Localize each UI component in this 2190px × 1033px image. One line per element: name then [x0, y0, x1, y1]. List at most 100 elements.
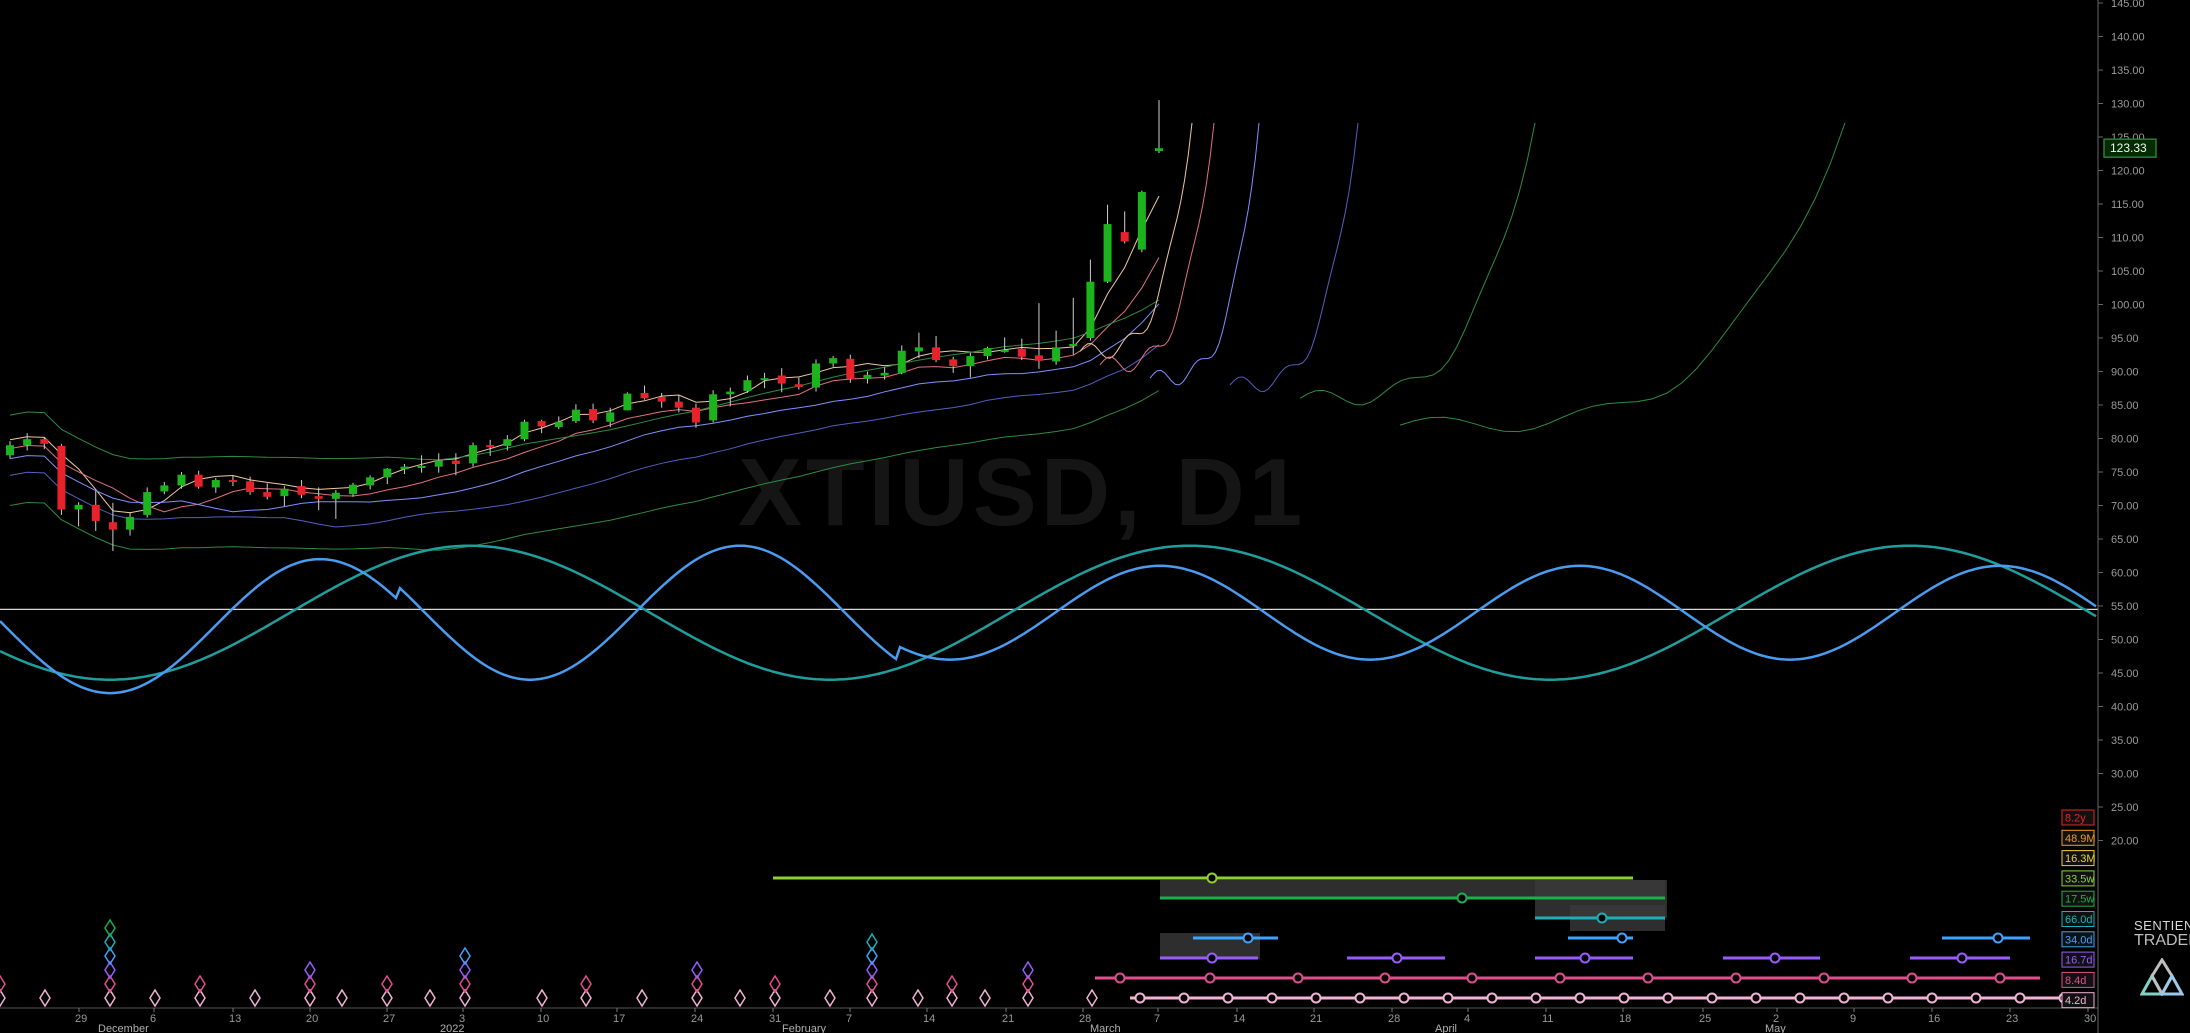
brand-line-2: TRADER [2134, 932, 2190, 949]
price-tick-label: 60.00 [2111, 568, 2139, 580]
price-tick-label: 30.00 [2111, 769, 2139, 781]
candle-body [434, 460, 443, 467]
candle-body [503, 439, 512, 446]
month-label: February [782, 1023, 827, 1033]
price-tick-label: 115.00 [2111, 199, 2144, 211]
trough-diamond [824, 988, 836, 1008]
badge-label: 16.7d [2065, 955, 2093, 967]
candle [194, 470, 203, 489]
time-tick-label: 20 [306, 1013, 318, 1025]
candle [91, 490, 100, 531]
candle [897, 345, 906, 375]
month-label: March [1090, 1023, 1121, 1033]
candle-body [57, 445, 66, 510]
candle-body [246, 481, 255, 493]
candle [846, 354, 855, 383]
trough-diamond [636, 988, 648, 1008]
trough-diamond [149, 988, 161, 1008]
candle [263, 483, 272, 500]
time-tick-label: 13 [229, 1013, 241, 1025]
projection-trough-circle [1616, 932, 1628, 944]
candle [177, 472, 186, 489]
time-tick-label: 21 [1310, 1013, 1322, 1025]
badge-label: 8.2y [2065, 813, 2086, 825]
projection-trough-circle [1642, 972, 1654, 984]
candle [829, 356, 838, 367]
trough-diamond [0, 974, 6, 994]
cycle-period-badge: 8.4d [2061, 971, 2095, 988]
price-tick-label: 40.00 [2111, 702, 2139, 714]
price-tick-label: 90.00 [2111, 367, 2139, 379]
price-tick-label: 80.00 [2111, 434, 2139, 446]
time-tick-label: 7 [846, 1013, 852, 1025]
candle-body [1052, 347, 1061, 362]
candle [812, 359, 821, 392]
candle [280, 486, 289, 507]
projection-row [1568, 932, 1633, 944]
projection-trough-circle [1456, 892, 1468, 904]
month-label: May [1765, 1023, 1786, 1033]
candle-body [194, 474, 203, 487]
candle-body [760, 378, 769, 381]
projection-trough-circle [1750, 992, 1762, 1004]
candle [314, 487, 323, 511]
candle-body [177, 474, 186, 486]
time-tick-label: 6 [150, 1013, 156, 1025]
projection-trough-circle [1398, 992, 1410, 1004]
badge-label: 17.5w [2065, 894, 2094, 906]
candle-body [914, 347, 923, 352]
candle-body [263, 492, 272, 497]
projection-row [1910, 952, 2010, 964]
candle [228, 476, 237, 487]
projection-trough-circle [1242, 932, 1254, 944]
time-tick-label: 29 [75, 1013, 87, 1025]
candle-body [640, 392, 649, 399]
candle [40, 437, 49, 450]
trough-diamond [424, 988, 436, 1008]
candle-body [314, 496, 323, 499]
projected-envelope-line [1149, 122, 1260, 386]
candle-body [74, 504, 83, 510]
projection-trough-circle [1818, 972, 1830, 984]
candle-body [1137, 191, 1146, 250]
trough-diamond [39, 988, 51, 1008]
candle-body [1120, 232, 1129, 242]
price-tick-label: 45.00 [2111, 668, 2139, 680]
price-tick-label: 105.00 [2111, 266, 2145, 278]
chart-watermark: XTIUSD, D1 [738, 439, 1306, 546]
price-tick-label: 130.00 [2111, 99, 2145, 111]
projection-trough-circle [1204, 972, 1216, 984]
time-axis: 29 6 13 20 27 3 10 17 24 31 7 14 21 28 7 14 21 28 4 11 18 25 2… [0, 1007, 2098, 1033]
trough-diamond [536, 988, 548, 1008]
cycle-period-badge: 17.5w [2061, 890, 2095, 907]
candle [366, 475, 375, 490]
candle-body [777, 375, 786, 384]
cycle-period-badge: 16.7d [2061, 951, 2095, 968]
candle [297, 480, 306, 499]
price-tick-label: 110.00 [2111, 233, 2144, 245]
candle [709, 390, 718, 423]
candle [126, 512, 135, 536]
candle [794, 377, 803, 390]
brand-wordmark: SENTIENT TRADER [2134, 918, 2190, 949]
candle-body [726, 391, 735, 395]
candle-body [606, 412, 615, 422]
badge-label: 16.3M [2065, 853, 2096, 865]
cycle-period-badge: 34.0d [2061, 931, 2095, 948]
candle [1000, 337, 1009, 353]
cycle-period-badge: 4.2d [2061, 992, 2095, 1009]
candle [640, 385, 649, 400]
projection-trough-circle [1662, 992, 1674, 1004]
price-tick-label: 75.00 [2111, 467, 2139, 479]
projection-trough-circle [1579, 952, 1591, 964]
candle-body [1086, 281, 1095, 338]
candle [1155, 100, 1163, 154]
cycle-period-badge: 66.0d [2061, 911, 2095, 927]
price-tick-label: 70.00 [2111, 501, 2139, 513]
candle-body [520, 421, 529, 440]
candle-body [228, 480, 237, 483]
candle-body [674, 401, 683, 408]
projection-trough-circle [1442, 992, 1454, 1004]
candle-body [1069, 344, 1078, 347]
candle [469, 442, 478, 467]
